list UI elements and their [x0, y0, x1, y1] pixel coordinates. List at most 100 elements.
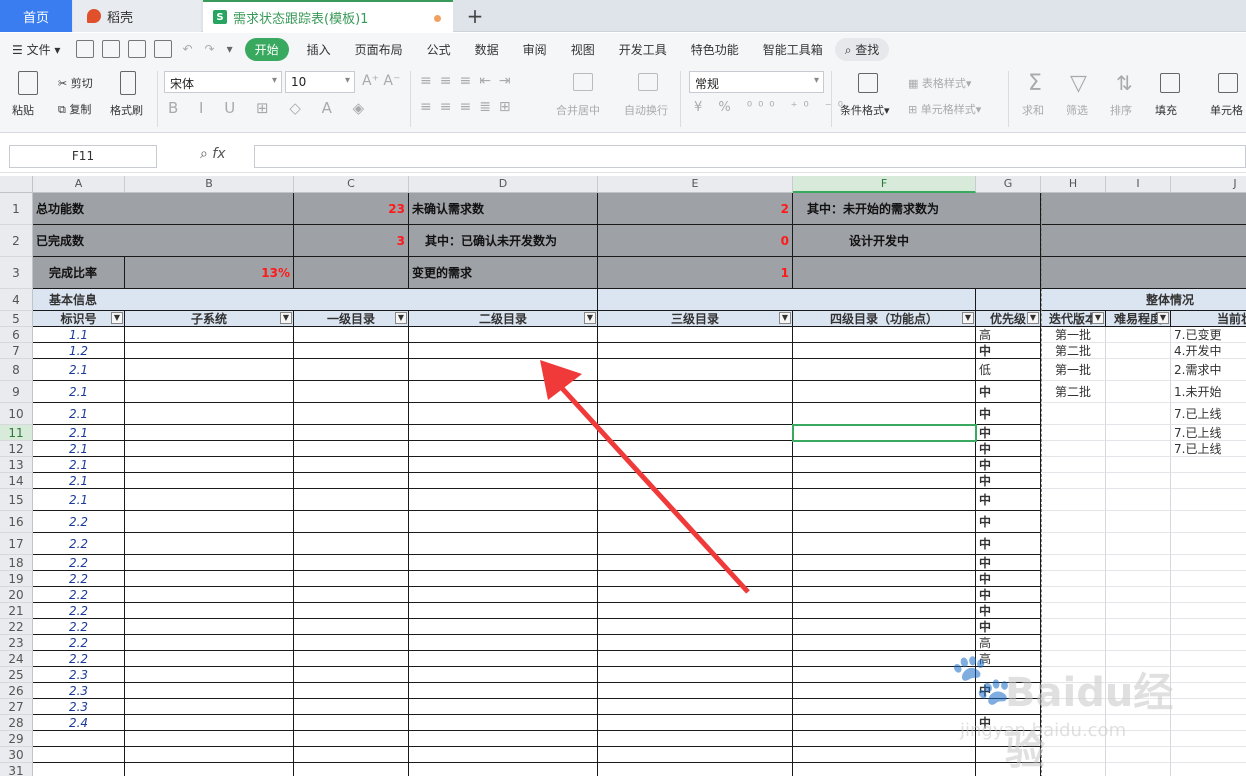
cell[interactable]	[294, 489, 409, 511]
cell[interactable]	[125, 667, 294, 683]
cell[interactable]	[598, 747, 793, 763]
menu-smart-tools[interactable]: 智能工具箱	[751, 41, 835, 58]
cell[interactable]	[793, 359, 976, 381]
cell[interactable]: 3	[294, 225, 409, 257]
cell[interactable]	[1106, 403, 1171, 425]
table-style-button[interactable]: ▦ 表格样式▾	[908, 75, 971, 91]
tab-home[interactable]: 首页	[0, 0, 72, 32]
cell[interactable]	[793, 699, 976, 715]
cell[interactable]: 2.2	[33, 555, 125, 571]
cell[interactable]	[793, 533, 976, 555]
cell[interactable]	[1041, 587, 1106, 603]
cell[interactable]: 子系统 ▼	[125, 311, 294, 327]
cell[interactable]: 2.1	[33, 473, 125, 489]
filter-dropdown-icon[interactable]: ▼	[1092, 312, 1104, 324]
cell[interactable]: 2.2	[33, 603, 125, 619]
cell[interactable]	[409, 473, 598, 489]
row-header[interactable]: 5	[0, 311, 33, 327]
cell[interactable]	[409, 715, 598, 731]
cell[interactable]	[1106, 603, 1171, 619]
menu-developer[interactable]: 开发工具	[607, 41, 679, 58]
row-header[interactable]: 31	[0, 763, 33, 776]
cell[interactable]	[125, 731, 294, 747]
cell[interactable]	[598, 489, 793, 511]
cell[interactable]	[33, 731, 125, 747]
sort-button[interactable]: 排序	[1110, 102, 1132, 118]
font-style-icons[interactable]: B I U ⊞ ◇ A ◈	[168, 99, 372, 117]
cell[interactable]	[1106, 441, 1171, 457]
cell[interactable]	[294, 715, 409, 731]
cell[interactable]: 中	[976, 381, 1041, 403]
cell[interactable]	[793, 683, 976, 699]
cell[interactable]	[1106, 555, 1171, 571]
cell[interactable]	[793, 763, 976, 776]
row-header[interactable]: 6	[0, 327, 33, 343]
cell[interactable]: 中	[976, 457, 1041, 473]
row-header[interactable]: 29	[0, 731, 33, 747]
filter-dropdown-icon[interactable]: ▼	[962, 312, 974, 324]
cell[interactable]	[598, 587, 793, 603]
cell[interactable]: 完成比率	[33, 257, 125, 289]
cell[interactable]	[598, 603, 793, 619]
cell[interactable]	[1041, 603, 1106, 619]
fill-icon[interactable]	[1160, 73, 1180, 93]
row-header[interactable]: 30	[0, 747, 33, 763]
filter-icon[interactable]: ▽	[1070, 71, 1087, 96]
cell[interactable]	[793, 457, 976, 473]
cell[interactable]: 1.2	[33, 343, 125, 359]
cell[interactable]	[409, 441, 598, 457]
cell[interactable]: 13%	[125, 257, 294, 289]
cell[interactable]	[1106, 457, 1171, 473]
cell[interactable]	[294, 257, 409, 289]
cell[interactable]	[598, 359, 793, 381]
cell[interactable]	[409, 667, 598, 683]
fill-button[interactable]: 填充	[1155, 102, 1177, 118]
cell[interactable]	[294, 587, 409, 603]
row-header[interactable]: 23	[0, 635, 33, 651]
cell[interactable]	[793, 473, 976, 489]
cell[interactable]	[294, 571, 409, 587]
cell[interactable]: 迭代版本 ▼	[1041, 311, 1106, 327]
cell[interactable]	[409, 635, 598, 651]
cell[interactable]	[793, 511, 976, 533]
cell[interactable]: 2.2	[33, 635, 125, 651]
cell[interactable]	[1171, 489, 1246, 511]
cell[interactable]: 1.1	[33, 327, 125, 343]
row-header[interactable]: 7	[0, 343, 33, 359]
cell[interactable]	[793, 731, 976, 747]
cell[interactable]: 其中：已确认未开发数为	[409, 225, 598, 257]
cell[interactable]	[125, 603, 294, 619]
cell[interactable]	[1041, 555, 1106, 571]
cell[interactable]	[125, 763, 294, 776]
menu-view[interactable]: 视图	[559, 41, 607, 58]
cell[interactable]: 2.1	[33, 359, 125, 381]
undo-icon[interactable]: ↶	[182, 42, 192, 56]
cell[interactable]: 7.已变更	[1171, 327, 1246, 343]
row-header[interactable]: 3	[0, 257, 33, 289]
cell[interactable]	[294, 763, 409, 776]
row-header[interactable]: 15	[0, 489, 33, 511]
cell[interactable]	[1041, 193, 1246, 225]
row-header[interactable]: 1	[0, 193, 33, 225]
cell[interactable]	[598, 731, 793, 747]
cell[interactable]	[1041, 457, 1106, 473]
cell[interactable]	[294, 619, 409, 635]
cell[interactable]: 2.1	[33, 457, 125, 473]
cell[interactable]	[409, 587, 598, 603]
cell[interactable]: 中	[976, 441, 1041, 457]
cell[interactable]	[1106, 533, 1171, 555]
cell[interactable]	[125, 555, 294, 571]
row-header[interactable]: 27	[0, 699, 33, 715]
sum-icon[interactable]: Σ	[1028, 71, 1042, 96]
cell[interactable]	[598, 651, 793, 667]
cell[interactable]	[1171, 603, 1246, 619]
font-grow-icon[interactable]: A⁺ A⁻	[362, 73, 400, 89]
cell[interactable]: 低	[976, 359, 1041, 381]
cell[interactable]	[598, 635, 793, 651]
cell[interactable]	[1171, 555, 1246, 571]
row-header[interactable]: 8	[0, 359, 33, 381]
cell[interactable]	[793, 403, 976, 425]
format-painter-icon[interactable]	[120, 71, 136, 95]
cell[interactable]	[409, 731, 598, 747]
cell[interactable]	[409, 403, 598, 425]
